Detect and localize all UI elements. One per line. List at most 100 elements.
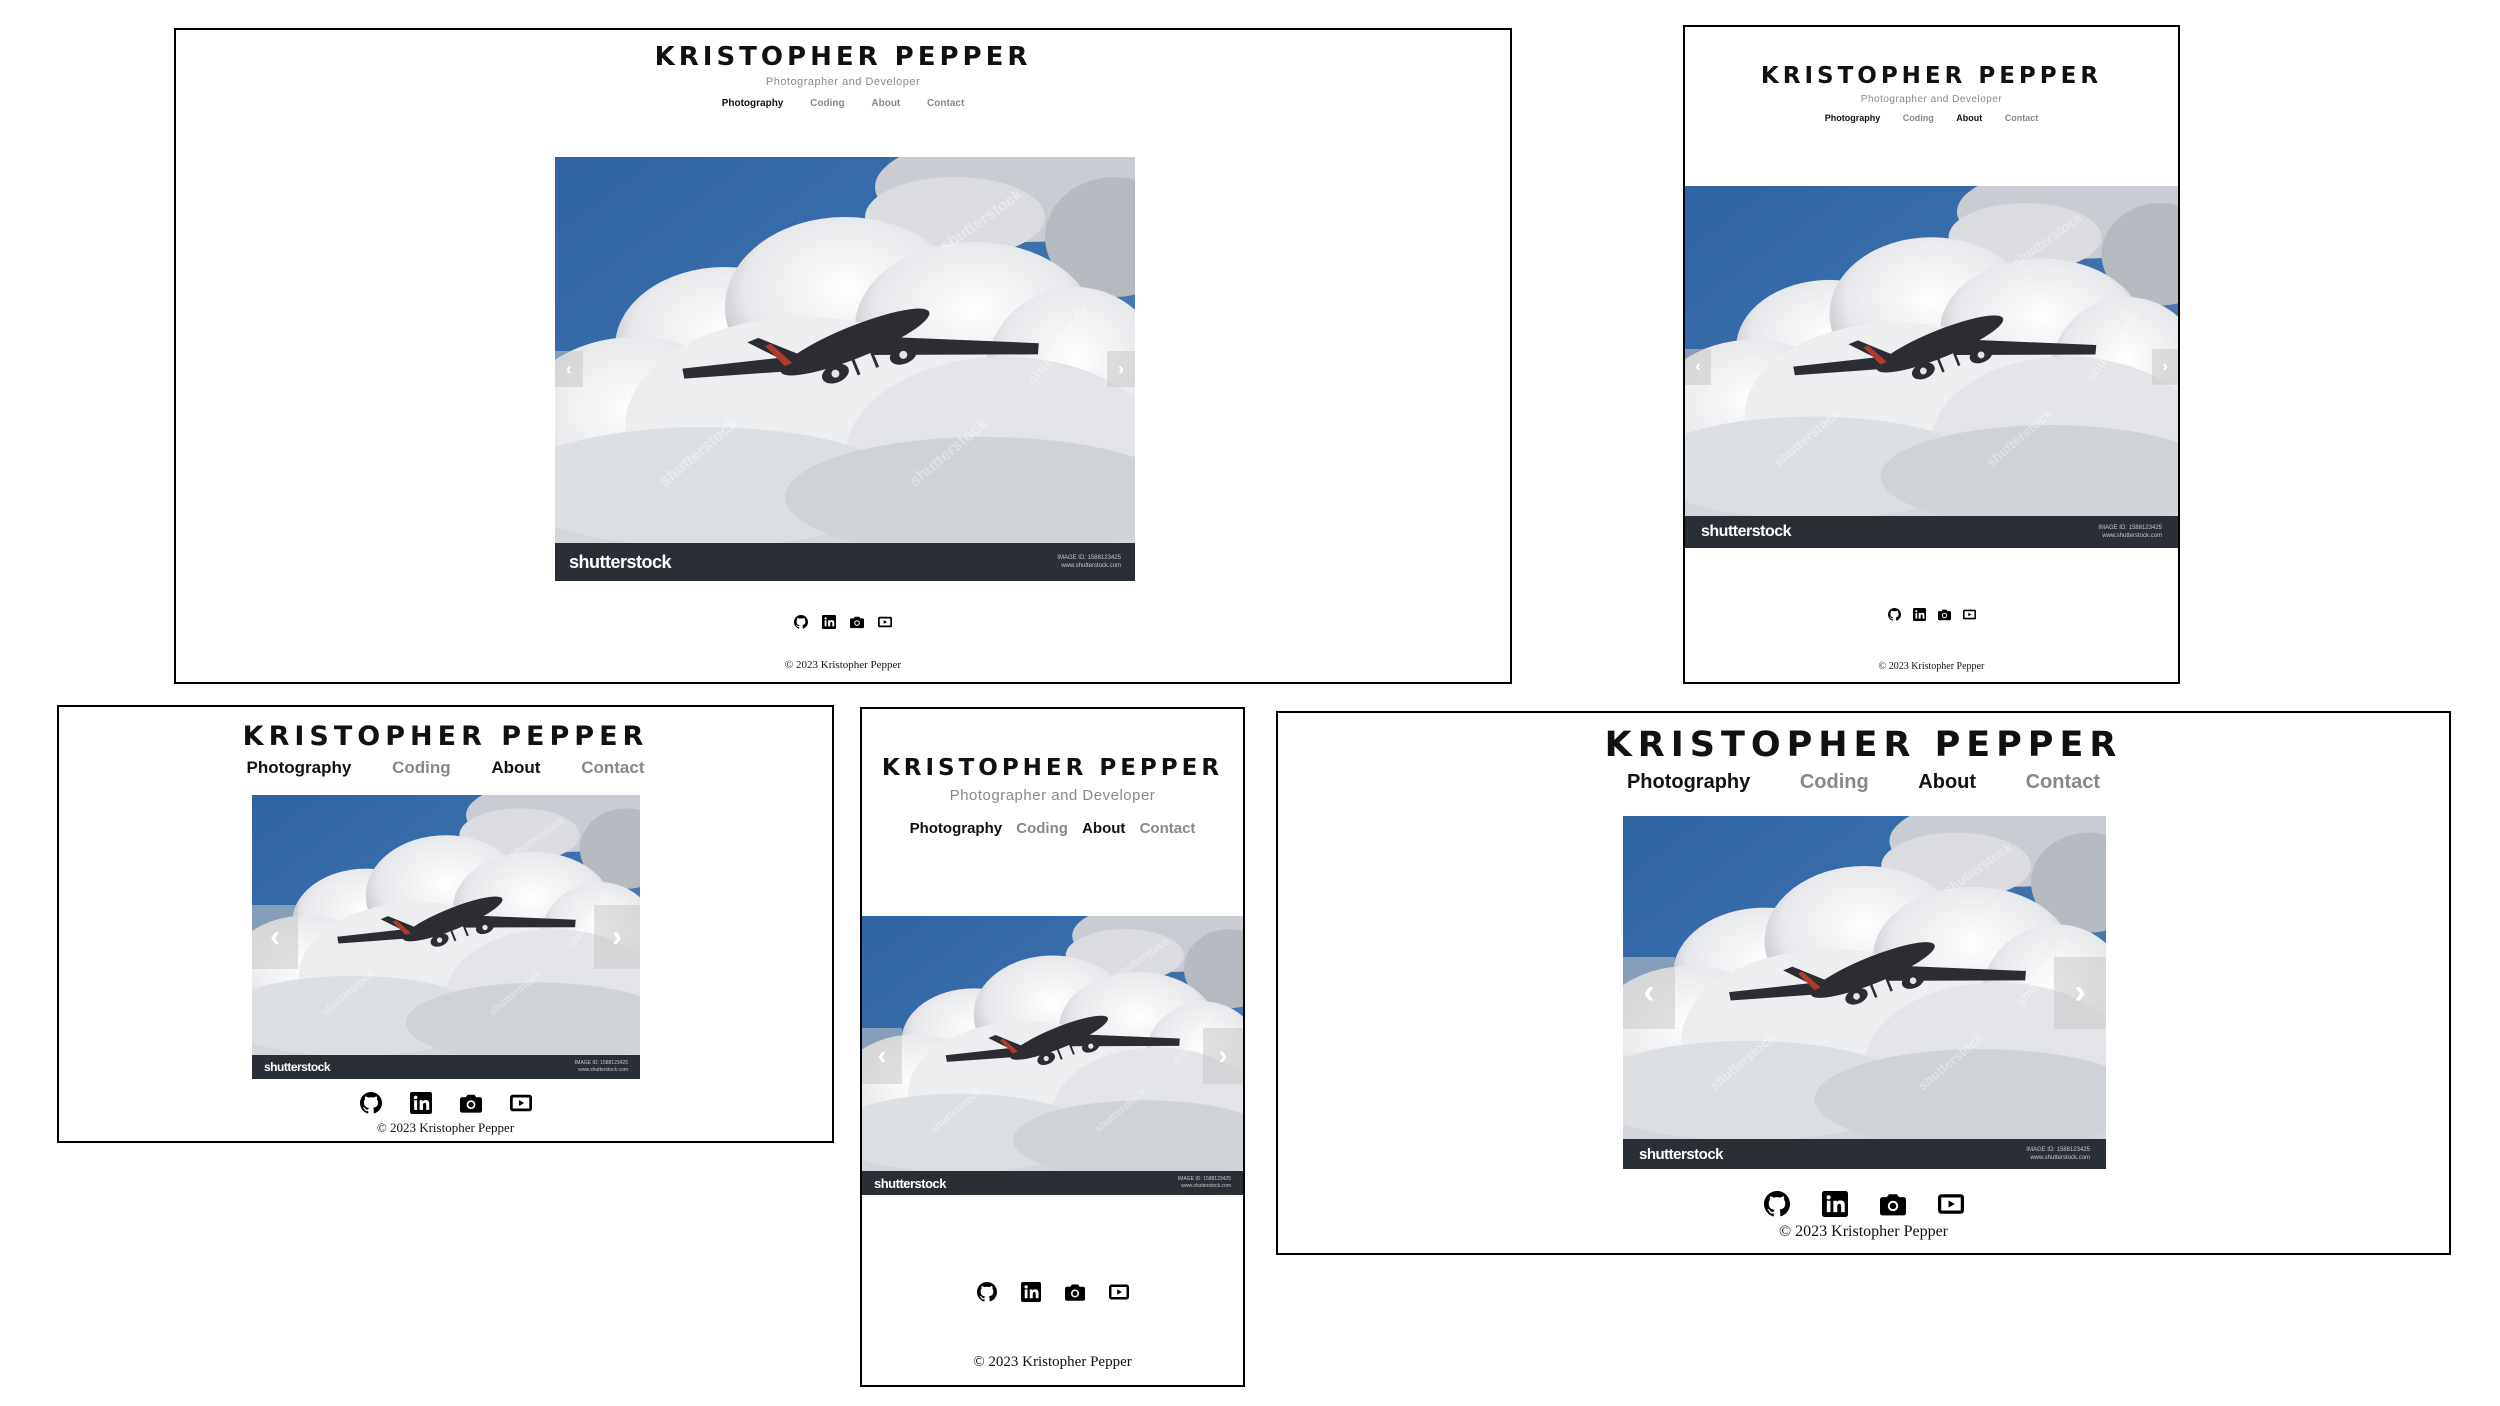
github-icon[interactable] [1764, 1191, 1790, 1217]
stock-logo: shutterstock [264, 1060, 331, 1074]
linkedin-icon[interactable] [1021, 1282, 1041, 1302]
main-nav: Photography Coding About Contact [176, 98, 1510, 109]
youtube-icon[interactable] [1963, 608, 1976, 621]
carousel-prev-button[interactable]: ‹ [862, 1027, 902, 1084]
camera-icon[interactable] [460, 1092, 482, 1114]
github-icon[interactable] [1888, 608, 1901, 621]
nav-about[interactable]: About [491, 758, 540, 778]
page: KRISTOPHER PEPPER Photography Coding Abo… [59, 707, 832, 1141]
stock-meta: IMAGE ID: 1588123425 www.shutterstock.co… [2098, 524, 2162, 540]
page: KRISTOPHER PEPPER Photographer and Devel… [862, 709, 1243, 1385]
page: KRISTOPHER PEPPER Photographer and Devel… [1685, 27, 2178, 682]
stock-bar: shutterstock IMAGE ID: 1588123425 www.sh… [555, 543, 1135, 581]
stock-url: www.shutterstock.com [1181, 1183, 1231, 1189]
stock-id: IMAGE ID: 1588123425 [1057, 554, 1121, 561]
nav-about[interactable]: About [1956, 113, 1982, 123]
carousel-image: shutterstock IMAGE ID: 1588123425 www.sh… [1685, 186, 2178, 548]
nav-contact[interactable]: Contact [2026, 771, 2100, 794]
social-links [1685, 608, 2178, 621]
stock-bar: shutterstock IMAGE ID: 1588123425 www.sh… [1623, 1139, 2106, 1169]
airplane-photo [1685, 186, 2178, 548]
airplane-photo [1623, 816, 2106, 1169]
carousel-next-button[interactable]: › [2152, 349, 2178, 385]
stock-url: www.shutterstock.com [1061, 563, 1121, 569]
main-nav: Photography Coding About Contact [862, 820, 1243, 837]
linkedin-icon[interactable] [822, 615, 836, 629]
airplane-photo [862, 916, 1243, 1195]
screenshot-medium-landscape: KRISTOPHER PEPPER Photography Coding Abo… [1276, 711, 2451, 1255]
carousel-prev-button[interactable]: ‹ [1685, 349, 1711, 385]
screenshot-small-landscape: KRISTOPHER PEPPER Photography Coding Abo… [57, 705, 834, 1143]
screenshot-desktop-wide: KRISTOPHER PEPPER Photographer and Devel… [174, 28, 1512, 684]
stock-bar: shutterstock IMAGE ID: 1588123425 www.sh… [1685, 516, 2178, 548]
nav-about[interactable]: About [1918, 771, 1976, 794]
nav-coding[interactable]: Coding [1016, 820, 1068, 837]
social-links [176, 615, 1510, 629]
carousel-prev-button[interactable]: ‹ [252, 905, 298, 969]
camera-icon[interactable] [1880, 1191, 1906, 1217]
copyright: © 2023 Kristopher Pepper [1778, 1223, 1948, 1240]
carousel-image: shutterstock IMAGE ID: 1588123425 www.sh… [1623, 816, 2106, 1169]
nav-coding[interactable]: Coding [392, 758, 451, 778]
stock-logo: shutterstock [874, 1175, 947, 1191]
nav-coding[interactable]: Coding [1903, 113, 1934, 123]
stock-meta: IMAGE ID: 1588123425 www.shutterstock.co… [2026, 1146, 2090, 1162]
youtube-icon[interactable] [510, 1092, 532, 1114]
stock-meta: IMAGE ID: 1588123425 www.shutterstock.co… [1057, 554, 1121, 570]
linkedin-icon[interactable] [1822, 1191, 1848, 1217]
carousel-next-button[interactable]: › [1203, 1027, 1243, 1084]
youtube-icon[interactable] [1109, 1282, 1129, 1302]
linkedin-icon[interactable] [1913, 608, 1926, 621]
nav-contact[interactable]: Contact [1140, 820, 1196, 837]
youtube-icon[interactable] [1938, 1191, 1964, 1217]
carousel-prev-button[interactable]: ‹ [1623, 956, 1675, 1029]
nav-about[interactable]: About [871, 98, 900, 109]
carousel-image: shutterstock IMAGE ID: 1588123425 www.sh… [555, 157, 1135, 581]
social-links [1278, 1191, 2449, 1217]
site-title: KRISTOPHER PEPPER [1760, 63, 2103, 89]
stock-bar: shutterstock IMAGE ID: 1588123425 www.sh… [862, 1171, 1243, 1195]
stock-logo: shutterstock [1639, 1145, 1724, 1163]
carousel-prev-button[interactable]: ‹ [555, 351, 583, 387]
carousel-next-button[interactable]: › [1107, 351, 1135, 387]
camera-icon[interactable] [1065, 1282, 1085, 1302]
site-subtitle: Photographer and Developer [1860, 94, 2003, 105]
carousel-next-button[interactable]: › [594, 905, 640, 969]
github-icon[interactable] [360, 1092, 382, 1114]
stock-meta: IMAGE ID: 1588123425 www.shutterstock.co… [1178, 1176, 1231, 1190]
main-nav: Photography Coding About Contact [59, 758, 832, 778]
nav-about[interactable]: About [1082, 820, 1125, 837]
main-nav: Photography Coding About Contact [1278, 771, 2449, 794]
nav-coding[interactable]: Coding [1800, 771, 1869, 794]
stock-id: IMAGE ID: 1588123425 [2098, 524, 2162, 531]
carousel-image: shutterstock IMAGE ID: 1588123425 www.sh… [862, 916, 1243, 1195]
youtube-icon[interactable] [878, 615, 892, 629]
site-title: KRISTOPHER PEPPER [242, 721, 649, 752]
nav-contact[interactable]: Contact [2005, 113, 2039, 123]
camera-icon[interactable] [850, 615, 864, 629]
airplane-photo [555, 157, 1135, 581]
github-icon[interactable] [794, 615, 808, 629]
site-title: KRISTOPHER PEPPER [654, 42, 1032, 72]
copyright: © 2023 Kristopher Pepper [376, 1120, 515, 1135]
nav-photography[interactable]: Photography [247, 758, 352, 778]
stock-url: www.shutterstock.com [2030, 1155, 2090, 1161]
stock-id: IMAGE ID: 1588123425 [2026, 1146, 2090, 1153]
stock-id: IMAGE ID: 1588123425 [574, 1060, 628, 1067]
nav-photography[interactable]: Photography [910, 820, 1003, 837]
nav-photography[interactable]: Photography [722, 98, 784, 109]
stock-id: IMAGE ID: 1588123425 [1177, 1176, 1231, 1183]
github-icon[interactable] [977, 1282, 997, 1302]
nav-photography[interactable]: Photography [1825, 113, 1881, 123]
carousel-next-button[interactable]: › [2054, 956, 2106, 1029]
nav-coding[interactable]: Coding [810, 98, 844, 109]
stock-logo: shutterstock [1701, 523, 1792, 540]
airplane-photo [252, 795, 640, 1079]
stock-logo: shutterstock [569, 551, 672, 572]
stock-meta: IMAGE ID: 1588123425 www.shutterstock.co… [575, 1060, 628, 1074]
camera-icon[interactable] [1938, 608, 1951, 621]
nav-contact[interactable]: Contact [927, 98, 964, 109]
nav-contact[interactable]: Contact [581, 758, 644, 778]
nav-photography[interactable]: Photography [1627, 771, 1750, 794]
linkedin-icon[interactable] [410, 1092, 432, 1114]
